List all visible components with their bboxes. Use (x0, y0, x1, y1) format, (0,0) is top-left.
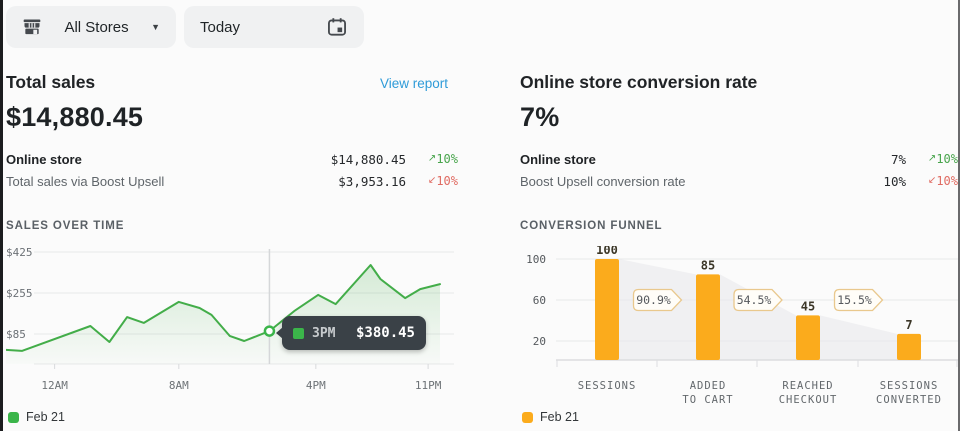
funnel-category-labels: SESSIONS ADDEDTO CART REACHEDCHECKOUT SESSI… (520, 379, 958, 411)
trend-value: 10% (936, 152, 958, 166)
toolbar: All Stores ▼ Today (6, 6, 364, 48)
funnel-category-label: ADDEDTO CART (682, 379, 733, 407)
metric-value: 10% (883, 174, 906, 189)
chart-tooltip: 3PM $380.45 (282, 316, 426, 350)
funnel-bar[interactable] (796, 315, 820, 360)
sales-legend: Feb 21 (8, 410, 65, 424)
y-axis-label: 20 (533, 335, 546, 348)
trend-arrow-icon: ↗ (428, 153, 436, 164)
trend-badge: ↗10% (906, 152, 958, 166)
conversion-title: Online store conversion rate (520, 72, 757, 93)
legend-swatch (8, 412, 19, 423)
metric-label: Boost Upsell conversion rate (520, 174, 685, 189)
trend-value: 10% (436, 152, 458, 166)
legend-swatch (522, 412, 533, 423)
funnel-bar[interactable] (897, 334, 921, 360)
bar-value-label: 45 (801, 299, 815, 313)
storefront-icon (22, 17, 42, 37)
y-axis-label: $255 (6, 287, 33, 300)
total-sales-header: Total sales View report (6, 72, 458, 93)
conversion-header: Online store conversion rate (520, 72, 958, 93)
trend-arrow-icon: ↙ (428, 175, 436, 186)
funnel-category-label: SESSIONS (578, 379, 637, 393)
metric-label: Total sales via Boost Upsell (6, 174, 164, 189)
date-selector-button[interactable]: Today (184, 6, 364, 48)
y-axis-label: $85 (6, 328, 26, 341)
trend-badge: ↙10% (906, 174, 958, 188)
y-axis-label: 100 (526, 253, 546, 266)
bar-value-label: 85 (701, 258, 715, 272)
trend-value: 10% (436, 174, 458, 188)
sales-x-axis-labels: 12AM 8AM 4PM 11PM (6, 379, 458, 395)
highlight-marker[interactable] (265, 327, 274, 336)
view-report-link[interactable]: View report (380, 76, 448, 91)
legend-label: Feb 21 (540, 410, 579, 424)
total-sales-value: $14,880.45 (6, 102, 458, 133)
x-axis-label: 11PM (415, 379, 442, 392)
date-selector-label: Today (200, 19, 240, 36)
chevron-down-icon: ▼ (151, 22, 160, 32)
funnel-bar[interactable] (696, 274, 720, 360)
trend-arrow-icon: ↙ (928, 175, 936, 186)
funnel-legend: Feb 21 (522, 410, 579, 424)
drop-rate-value: 90.9% (636, 293, 671, 307)
conversion-funnel-title: CONVERSION FUNNEL (520, 220, 662, 232)
metric-label: Online store (520, 152, 596, 167)
total-sales-metric-rows: Online store $14,880.45 ↗10% Total sales… (6, 148, 458, 192)
funnel-bar[interactable] (595, 259, 619, 360)
trend-badge: ↙10% (406, 174, 458, 188)
legend-label: Feb 21 (26, 410, 65, 424)
x-axis-label: 8AM (169, 379, 189, 392)
metric-value: 7% (891, 152, 906, 167)
tooltip-series-swatch (293, 328, 304, 339)
y-axis-label: 60 (533, 294, 546, 307)
metric-label: Online store (6, 152, 82, 167)
conversion-funnel-chart[interactable]: 100 60 20 100 85 45 7 90.9% 54.5% 15.5% SESSIONS A… (520, 246, 958, 411)
funnel-category-label: REACHEDCHECKOUT (779, 379, 838, 407)
bar-value-label: 100 (596, 246, 618, 257)
metric-row-boost-upsell-rate: Boost Upsell conversion rate 10% ↙10% (520, 170, 958, 192)
drop-rate-value: 54.5% (737, 293, 772, 307)
drop-rate-value: 15.5% (837, 293, 872, 307)
funnel-category-label: SESSIONSCONVERTED (876, 379, 942, 407)
sales-over-time-title: SALES OVER TIME (6, 220, 124, 232)
funnel-drop-area (720, 274, 796, 360)
x-axis-label: 4PM (306, 379, 326, 392)
conversion-value: 7% (520, 102, 958, 133)
trend-arrow-icon: ↗ (928, 153, 936, 164)
total-sales-title: Total sales (6, 72, 95, 93)
x-axis-label: 12AM (41, 379, 68, 392)
metric-row-boost-upsell: Total sales via Boost Upsell $3,953.16 ↙… (6, 170, 458, 192)
tooltip-value: $380.45 (356, 325, 415, 341)
conversion-metric-rows: Online store 7% ↗10% Boost Upsell conver… (520, 148, 958, 192)
funnel-drop-area (820, 315, 897, 360)
calendar-icon (326, 16, 348, 38)
sales-over-time-chart[interactable]: $425 $255 $85 12AM 8AM 4PM 11PM 3PM $380.45 (6, 246, 458, 395)
trend-value: 10% (936, 174, 958, 188)
sales-line-chart-svg[interactable]: $425 $255 $85 (6, 246, 458, 372)
bar-value-label: 7 (905, 318, 912, 332)
metric-value: $3,953.16 (338, 174, 406, 189)
store-selector-button[interactable]: All Stores ▼ (6, 6, 176, 48)
metric-row-online-store: Online store 7% ↗10% (520, 148, 958, 170)
metric-row-online-store: Online store $14,880.45 ↗10% (6, 148, 458, 170)
tooltip-time: 3PM (312, 326, 335, 341)
store-selector-label: All Stores (64, 19, 128, 36)
funnel-bar-chart-svg[interactable]: 100 60 20 100 85 45 7 90.9% 54.5% 15.5% (520, 246, 958, 370)
y-axis-label: $425 (6, 246, 33, 259)
screen-edge-left (0, 0, 3, 431)
metric-value: $14,880.45 (331, 152, 406, 167)
total-sales-card: Total sales View report $14,880.45 Onlin… (6, 72, 458, 426)
conversion-rate-card: Online store conversion rate 7% Online s… (520, 72, 958, 426)
trend-badge: ↗10% (406, 152, 458, 166)
